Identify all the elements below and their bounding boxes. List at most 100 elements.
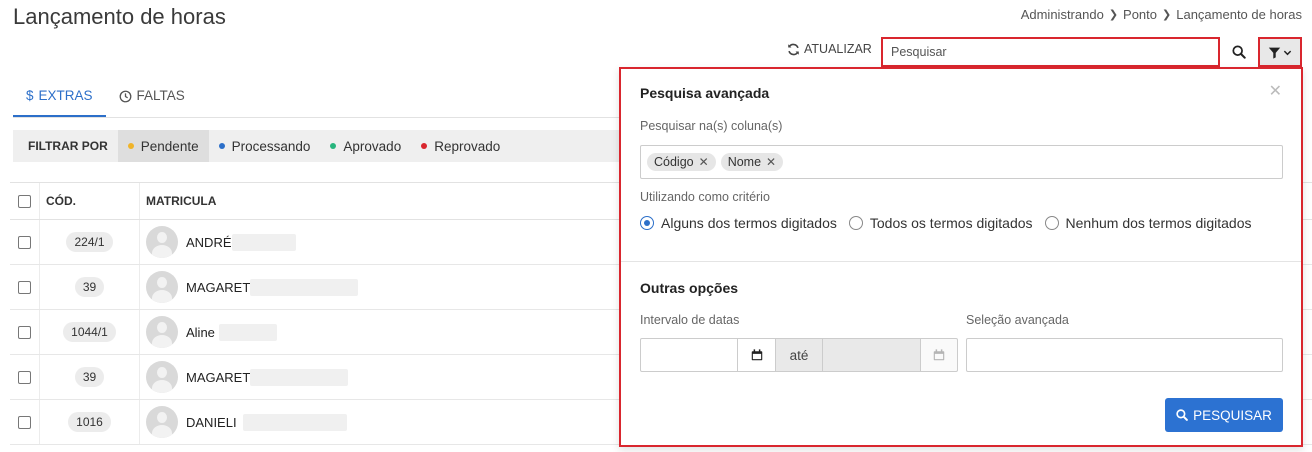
status-filter-bar: FILTRAR POR Pendente Processando Aprovad… xyxy=(13,130,633,162)
status-dot-pendente xyxy=(127,143,134,149)
redacted-text xyxy=(218,323,277,341)
row-checkbox[interactable] xyxy=(18,325,31,339)
avatar xyxy=(146,271,178,303)
other-options-title: Outras opções xyxy=(640,280,739,296)
columns-tag-input[interactable]: Código ✕ Nome ✕ xyxy=(640,145,1283,179)
radio-nenhum[interactable]: Nenhum dos termos digitados xyxy=(1044,215,1252,231)
row-checkbox[interactable] xyxy=(18,370,31,384)
tag-label: Nome xyxy=(727,155,762,169)
employee-name: MAGARET xyxy=(186,279,251,295)
redacted-text xyxy=(242,413,347,431)
filter-option-processando[interactable]: Processando xyxy=(209,130,321,162)
criteria-label: Utilizando como critério xyxy=(640,190,770,204)
panel-divider xyxy=(621,261,1301,262)
redacted-text xyxy=(250,368,349,386)
radio-button[interactable] xyxy=(640,216,654,230)
remove-tag-icon[interactable]: ✕ xyxy=(699,155,709,169)
tab-extras[interactable]: $ EXTRAS xyxy=(13,80,106,117)
radio-label: Todos os termos digitados xyxy=(869,215,1033,231)
row-checkbox[interactable] xyxy=(18,235,31,249)
search-icon xyxy=(1176,409,1188,421)
refresh-icon xyxy=(788,43,799,55)
filter-option-label: Processando xyxy=(231,138,311,154)
filter-option-label: Reprovado xyxy=(434,138,501,154)
status-dot-reprovado xyxy=(421,143,428,149)
advanced-search-panel: Pesquisa avançada ✕ Pesquisar na(s) colu… xyxy=(619,67,1303,447)
cod-badge: 1016 xyxy=(68,412,111,432)
cod-badge: 39 xyxy=(74,277,105,297)
date-range-separator: até xyxy=(776,338,822,372)
advanced-selection-label: Seleção avançada xyxy=(966,313,1069,327)
date-end-calendar-button xyxy=(920,338,958,372)
breadcrumb-item-current: Lançamento de horas xyxy=(1176,7,1302,22)
cod-badge: 1044/1 xyxy=(63,322,116,342)
submit-search-label: PESQUISAR xyxy=(1193,407,1272,423)
dollar-icon: $ xyxy=(26,88,34,103)
employee-name: ANDRÉ xyxy=(186,234,232,250)
chevron-right-icon: ❯ xyxy=(1108,9,1119,21)
criteria-radio-group: Alguns dos termos digitados Todos os ter… xyxy=(640,215,1252,231)
radio-todos[interactable]: Todos os termos digitados xyxy=(848,215,1033,231)
avatar xyxy=(146,406,178,438)
cod-badge: 224/1 xyxy=(66,232,113,252)
search-icon xyxy=(1232,45,1246,59)
filter-label: FILTRAR POR xyxy=(28,139,108,153)
tag-label: Código xyxy=(654,155,694,169)
tab-faltas-label: FALTAS xyxy=(136,88,185,103)
tab-extras-label: EXTRAS xyxy=(38,88,93,103)
filter-option-pendente[interactable]: Pendente xyxy=(117,130,209,162)
date-range-label: Intervalo de datas xyxy=(640,313,740,327)
column-header-cod[interactable]: CÓD. xyxy=(40,183,140,219)
filter-option-reprovado[interactable]: Reprovado xyxy=(411,130,510,162)
panel-title: Pesquisa avançada xyxy=(640,85,770,101)
filter-option-label: Aprovado xyxy=(343,138,402,154)
chevron-right-icon: ❯ xyxy=(1162,9,1172,21)
column-tag-codigo: Código ✕ xyxy=(647,153,716,171)
employee-name: MAGARET xyxy=(186,369,251,385)
select-all-checkbox[interactable] xyxy=(18,194,31,208)
employee-name: DANIELI xyxy=(186,414,237,430)
remove-tag-icon[interactable]: ✕ xyxy=(766,155,776,169)
avatar xyxy=(146,361,178,393)
calendar-icon xyxy=(933,349,945,361)
clock-icon xyxy=(119,90,131,103)
status-dot-aprovado xyxy=(330,143,337,149)
breadcrumb-item-administrando[interactable]: Administrando xyxy=(1021,7,1104,22)
refresh-label: ATUALIZAR xyxy=(804,42,872,56)
avatar xyxy=(146,316,178,348)
radio-button[interactable] xyxy=(1044,216,1059,230)
date-end-input xyxy=(822,338,920,372)
radio-button[interactable] xyxy=(848,216,863,230)
submit-search-button[interactable]: PESQUISAR xyxy=(1165,398,1283,432)
search-button[interactable] xyxy=(1222,37,1256,67)
employee-name: Aline xyxy=(186,324,215,340)
avatar xyxy=(146,226,178,258)
close-icon[interactable]: ✕ xyxy=(1269,81,1282,101)
search-input[interactable] xyxy=(881,37,1220,67)
redacted-text xyxy=(250,278,359,296)
radio-alguns[interactable]: Alguns dos termos digitados xyxy=(640,215,837,231)
tabs: $ EXTRAS FALTAS xyxy=(13,80,198,117)
filter-icon xyxy=(1268,47,1281,59)
radio-label: Alguns dos termos digitados xyxy=(661,215,837,231)
row-checkbox[interactable] xyxy=(18,280,31,294)
radio-label: Nenhum dos termos digitados xyxy=(1065,215,1252,231)
date-start-input[interactable] xyxy=(640,338,738,372)
advanced-filter-button[interactable] xyxy=(1258,37,1302,67)
redacted-text xyxy=(231,233,296,251)
columns-label: Pesquisar na(s) coluna(s) xyxy=(640,119,783,133)
date-start-calendar-button[interactable] xyxy=(738,338,776,372)
status-dot-processando xyxy=(218,143,225,149)
page: Lançamento de horas Administrando ❯ Pont… xyxy=(0,0,1312,452)
filter-option-label: Pendente xyxy=(140,138,199,154)
tab-faltas[interactable]: FALTAS xyxy=(106,80,198,117)
breadcrumb-item-ponto[interactable]: Ponto xyxy=(1123,7,1157,22)
refresh-button[interactable]: ATUALIZAR xyxy=(787,42,872,56)
advanced-selection-input[interactable] xyxy=(966,338,1283,372)
row-checkbox[interactable] xyxy=(18,415,31,429)
column-tag-nome: Nome ✕ xyxy=(720,153,784,171)
chevron-down-icon xyxy=(1283,50,1292,55)
cod-badge: 39 xyxy=(74,367,105,387)
page-title: Lançamento de horas xyxy=(13,4,226,29)
filter-option-aprovado[interactable]: Aprovado xyxy=(320,130,411,162)
